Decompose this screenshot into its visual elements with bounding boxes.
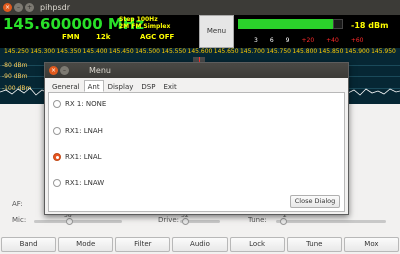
tab-dsp[interactable]: DSP — [137, 80, 159, 92]
mic-slider-handle[interactable] — [66, 218, 73, 225]
freq-tick: 145.900 — [344, 48, 370, 55]
freq-tick: 145.750 — [266, 48, 291, 55]
db-label: -90 dBm — [2, 73, 28, 80]
radio-rx1-lnaw[interactable]: RX1: LNAW — [53, 179, 104, 187]
s-meter-scale-label: 3 — [254, 37, 258, 44]
mic-slider[interactable] — [34, 220, 122, 223]
frequency-scale: 145.250 145.300 145.350 145.400 145.450 … — [0, 48, 400, 57]
tune-button[interactable]: Tune — [286, 237, 342, 252]
freq-tick: 145.600 — [187, 48, 213, 55]
freq-tick: 145.500 — [135, 48, 160, 55]
db-label: -80 dBm — [2, 62, 28, 69]
radio-label: RX1: LNAL — [65, 153, 102, 161]
tab-ant[interactable]: Ant — [83, 80, 104, 92]
radio-label: RX1: LNAW — [65, 179, 105, 187]
radio-rx1-lnah[interactable]: RX1: LNAH — [53, 127, 103, 135]
freq-tick: 145.550 — [161, 48, 187, 55]
maximize-icon[interactable]: + — [25, 3, 34, 12]
radio-rx1-lnal[interactable]: RX1: LNAL — [53, 153, 102, 161]
dialog-titlebar: × – Menu — [45, 63, 348, 78]
menu-dialog: × – Menu General Ant Display DSP Exit RX… — [44, 62, 349, 215]
tune-label: Tune: — [248, 216, 267, 224]
freq-tick: 145.350 — [56, 48, 82, 55]
freq-tick: 145.300 — [30, 48, 56, 55]
radio-rx1-none[interactable]: RX 1: NONE — [53, 100, 106, 108]
mox-button[interactable]: Mox — [343, 237, 399, 252]
s-meter-scale: 3 6 9 +20 +40 +60 — [254, 37, 364, 44]
mode-button[interactable]: Mode — [58, 237, 114, 252]
lock-button[interactable]: Lock — [229, 237, 285, 252]
menu-button[interactable]: Menu — [199, 15, 234, 48]
function-button-bar: Band Mode Filter Audio Lock Tune Mox — [0, 236, 400, 254]
vfo-step: Step 100Hz — [119, 16, 158, 23]
minimize-icon[interactable]: – — [14, 3, 23, 12]
tune-slider[interactable] — [276, 220, 386, 223]
tab-exit[interactable]: Exit — [159, 80, 180, 92]
radio-indicator[interactable] — [53, 127, 61, 135]
dialog-close-icon[interactable]: × — [49, 66, 58, 75]
mic-label: Mic: — [12, 216, 27, 224]
dialog-title: Menu — [89, 66, 111, 75]
s-meter-scale-label: +20 — [301, 37, 315, 44]
freq-tick: 145.250 — [4, 48, 29, 55]
tab-general[interactable]: General — [48, 80, 84, 92]
band-button[interactable]: Band — [1, 237, 57, 252]
tune-slider-handle[interactable] — [280, 218, 287, 225]
radio-label: RX 1: NONE — [65, 100, 107, 108]
freq-tick: 145.650 — [213, 48, 239, 55]
audio-button[interactable]: Audio — [172, 237, 228, 252]
s-meter-bar — [238, 19, 333, 29]
freq-tick: 145.850 — [318, 48, 344, 55]
drive-label: Drive: — [158, 216, 180, 224]
freq-tick: 145.700 — [239, 48, 265, 55]
s-meter-scale-label: 9 — [285, 37, 290, 44]
vfo-duplex: 2M FM Simplex — [119, 23, 171, 30]
window-titlebar: × – + pihpsdr — [0, 0, 400, 15]
s-meter-scale-label: 6 — [269, 37, 274, 44]
close-dialog-button[interactable]: Close Dialog — [290, 195, 340, 208]
vfo-mode: FMN — [62, 33, 80, 41]
radio-indicator[interactable] — [53, 179, 61, 187]
vfo-bandwidth: 12k — [96, 33, 111, 41]
ant-panel: RX 1: NONE RX1: LNAH RX1: LNAL RX1: LNAW… — [48, 92, 345, 212]
s-meter-scale-label: +60 — [350, 37, 364, 44]
s-meter-scale-label: +40 — [326, 37, 339, 44]
mic-drive-tune-row: Mic: 38 Drive: 32 Tune: 2 — [0, 212, 400, 228]
close-icon[interactable]: × — [3, 3, 12, 12]
dialog-minimize-icon[interactable]: – — [60, 66, 69, 75]
freq-tick: 145.800 — [292, 48, 318, 55]
freq-tick: 145.400 — [82, 48, 108, 55]
window-title: pihpsdr — [40, 3, 70, 12]
s-meter: -18 dBm 3 6 9 +20 +40 +60 — [234, 15, 400, 48]
filter-button[interactable]: Filter — [115, 237, 171, 252]
drive-slider-handle[interactable] — [182, 218, 189, 225]
dialog-tabs: General Ant Display DSP Exit — [48, 80, 181, 92]
s-meter-level: -18 dBm — [351, 21, 389, 30]
freq-tick: 145.450 — [108, 48, 134, 55]
vfo-agc: AGC OFF — [140, 33, 175, 41]
freq-tick: 145.950 — [371, 48, 396, 55]
af-label: AF: — [12, 200, 23, 208]
s-meter-bar-remainder — [333, 19, 343, 29]
radio-indicator[interactable] — [53, 100, 61, 108]
radio-label: RX1: LNAH — [65, 127, 103, 135]
tab-display[interactable]: Display — [104, 80, 138, 92]
radio-indicator-selected[interactable] — [53, 153, 61, 161]
